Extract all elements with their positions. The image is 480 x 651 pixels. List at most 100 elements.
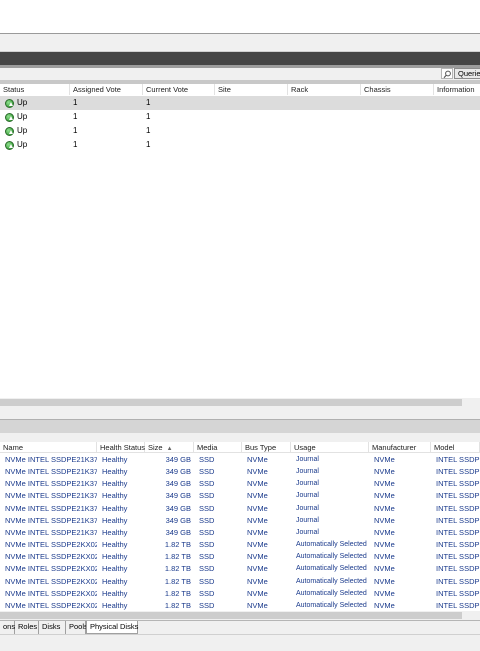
disk-row[interactable]: NVMe INTEL SSDPE2KX02 Healthy 1.82 TB SSD NV… [0, 551, 480, 563]
disk-row[interactable]: NVMe INTEL SSDPE21K37 Healthy 349 GB SSD NVM… [0, 527, 480, 539]
disk-health-status: Healthy [102, 527, 128, 537]
disk-media: SSD [199, 564, 215, 574]
column-header-model[interactable]: Model [431, 442, 480, 453]
disk-row[interactable]: NVMe INTEL SSDPE21K37 Healthy 349 GB SSD NVM… [0, 515, 480, 527]
disk-usage: Automatically Selected [296, 565, 367, 573]
pane-splitter[interactable] [0, 407, 480, 420]
disk-bus-type: NVMe [247, 540, 268, 550]
disk-row[interactable]: NVMe INTEL SSDPE21K37 Healthy 349 GB SSD NVM… [0, 478, 480, 490]
column-header-size[interactable]: Size ▲ [145, 442, 194, 453]
disk-usage: Automatically Selected [296, 553, 367, 561]
column-header-label: Usage [294, 443, 316, 452]
disk-health-status: Healthy [102, 455, 128, 464]
disk-health-status: Healthy [102, 552, 128, 562]
column-header-label: Size [148, 443, 163, 452]
disk-model: INTEL SSDPE21K37 [436, 467, 480, 477]
node-current-vote: 1 [146, 126, 151, 135]
column-header-assigned-vote[interactable]: Assigned Vote [70, 84, 143, 95]
disk-media: SSD [199, 455, 215, 464]
tab-disks[interactable]: Disks [39, 621, 66, 634]
disk-bus-type: NVMe [247, 491, 268, 501]
column-header-label: Media [197, 443, 218, 452]
disk-row[interactable]: NVMe INTEL SSDPE2KX02 Healthy 1.82 TB SSD NV… [0, 539, 480, 551]
tab-physical-disks[interactable]: Physical Disks [86, 621, 138, 634]
disk-media: SSD [199, 576, 215, 586]
disk-row[interactable]: NVMe INTEL SSDPE2KX02 Healthy 1.82 TB SSD NV… [0, 563, 480, 575]
status-bar [0, 634, 480, 651]
disk-bus-type: NVMe [247, 479, 268, 489]
column-header-label: Model [434, 443, 455, 452]
disk-model: INTEL SSDPE21K37 [436, 515, 480, 525]
column-header-information[interactable]: Information [434, 84, 480, 95]
disk-manufacturer: NVMe [374, 540, 395, 550]
column-header-label: Manufacturer [372, 443, 417, 452]
disk-row[interactable]: NVMe INTEL SSDPE2KX02 Healthy 1.82 TB SSD NV… [0, 576, 480, 588]
disk-size: 1.82 TB [164, 552, 191, 562]
disk-row[interactable]: NVMe INTEL SSDPE21K37 Healthy 349 GB SSD NVM… [0, 503, 480, 515]
disk-bus-type: NVMe [247, 455, 268, 464]
disk-bus-type: NVMe [247, 576, 268, 586]
disk-usage: Journal [296, 516, 319, 524]
disk-model: INTEL SSDPE21K37 [436, 491, 480, 501]
disk-health-status: Healthy [102, 588, 128, 598]
disk-size: 349 GB [165, 479, 191, 489]
node-assigned-vote: 1 [73, 98, 78, 107]
disk-usage: Automatically Selected [296, 577, 367, 585]
disk-name: NVMe INTEL SSDPE21K37 [5, 503, 97, 513]
node-row[interactable]: Up 1 1 [0, 96, 480, 110]
node-assigned-vote: 1 [73, 126, 78, 135]
status-up-icon [5, 141, 14, 150]
search-icon[interactable] [441, 68, 453, 79]
disk-bus-type: NVMe [247, 503, 268, 513]
disks-scrollbar-thumb[interactable] [0, 612, 462, 619]
disk-row[interactable]: NVMe INTEL SSDPE21K37 Healthy 349 GB SSD NVM… [0, 466, 480, 478]
disk-media: SSD [199, 552, 215, 562]
column-header-current-vote[interactable]: Current Vote [143, 84, 215, 95]
tab-pools[interactable]: Pools [66, 621, 88, 634]
disk-row[interactable]: NVMe INTEL SSDPE2KX02 Healthy 1.82 TB SSD NV… [0, 588, 480, 600]
disk-row[interactable]: NVMe INTEL SSDPE2KX02 Healthy 1.82 TB SSD NV… [0, 600, 480, 612]
node-row[interactable]: Up 1 1 [0, 110, 480, 124]
disk-manufacturer: NVMe [374, 576, 395, 586]
column-header-usage[interactable]: Usage [291, 442, 369, 453]
column-header-health-status[interactable]: Health Status [97, 442, 145, 453]
nodes-toolbar [0, 68, 480, 80]
disk-media: SSD [199, 491, 215, 501]
column-header-rack[interactable]: Rack [288, 84, 361, 95]
disk-usage: Journal [296, 456, 319, 463]
disk-model: INTEL SSDPE21K37 [436, 527, 480, 537]
disk-health-status: Healthy [102, 515, 128, 525]
disk-usage: Automatically Selected [296, 589, 367, 597]
disks-pane-toolbar [0, 433, 480, 442]
column-header-bus-type[interactable]: Bus Type [242, 442, 291, 453]
node-row[interactable]: Up 1 1 [0, 138, 480, 152]
column-header-name[interactable]: Name [0, 442, 97, 453]
disk-media: SSD [199, 588, 215, 598]
node-status: Up [17, 98, 28, 107]
disk-usage: Journal [296, 492, 319, 500]
disk-name: NVMe INTEL SSDPE21K37 [5, 491, 97, 501]
disk-manufacturer: NVMe [374, 564, 395, 574]
disk-model: INTEL SSDPE2KX02 [436, 552, 480, 562]
disk-media: SSD [199, 467, 215, 477]
column-header-status[interactable]: Status [0, 84, 70, 95]
nodes-scrollbar-thumb[interactable] [0, 399, 462, 406]
disk-manufacturer: NVMe [374, 588, 395, 598]
tab-roles[interactable]: Roles [15, 621, 39, 634]
disk-usage: Journal [296, 468, 319, 476]
disk-model: INTEL SSDPE2KX02 [436, 564, 480, 574]
column-header-manufacturer[interactable]: Manufacturer [369, 442, 431, 453]
disk-model: INTEL SSDPE2KX02 [436, 588, 480, 598]
disk-row[interactable]: NVMe INTEL SSDPE21K37 Healthy 349 GB SSD NVM… [0, 490, 480, 502]
disk-row[interactable]: NVMe INTEL SSDPE21K37 Healthy 349 GB SSD NVM… [0, 454, 480, 466]
column-header-chassis[interactable]: Chassis [361, 84, 434, 95]
node-row[interactable]: Up 1 1 [0, 124, 480, 138]
disk-bus-type: NVMe [247, 588, 268, 598]
disk-bus-type: NVMe [247, 552, 268, 562]
column-header-media[interactable]: Media [194, 442, 242, 453]
disk-bus-type: NVMe [247, 564, 268, 574]
tab-ons[interactable]: ons [0, 621, 15, 634]
disk-model: INTEL SSDPE21K37 [436, 503, 480, 513]
queries-button[interactable]: Queries [454, 68, 480, 79]
column-header-site[interactable]: Site [215, 84, 288, 95]
